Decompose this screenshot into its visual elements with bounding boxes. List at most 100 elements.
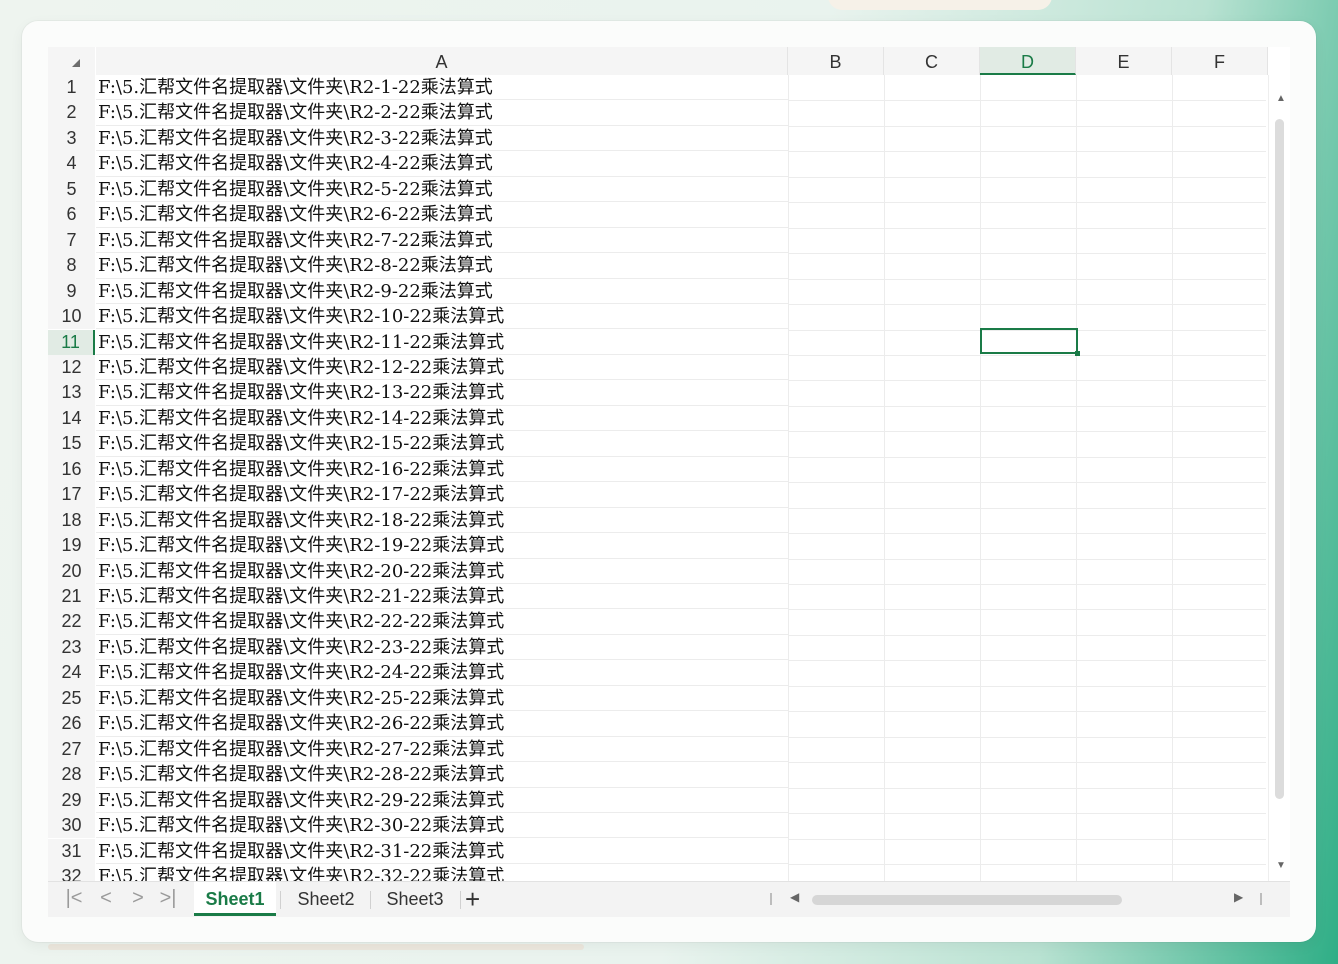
row-header[interactable]: 27 — [48, 736, 95, 763]
sheet-tab-bar: |< < > >| Sheet1 Sheet2 Sheet3 + ◀ ▶ — [48, 881, 1290, 917]
grid-line-horizontal — [788, 151, 1266, 153]
row-header[interactable]: 8 — [48, 253, 95, 279]
cell-a[interactable]: F:\5.汇帮文件名提取器\文件夹\R2-2-22乘法算式 — [96, 100, 788, 126]
cell-a[interactable]: F:\5.汇帮文件名提取器\文件夹\R2-3-22乘法算式 — [96, 126, 788, 152]
column-header-c[interactable]: C — [884, 47, 980, 75]
sheet-tab-sheet3[interactable]: Sheet3 — [374, 882, 456, 916]
cell-a[interactable]: F:\5.汇帮文件名提取器\文件夹\R2-7-22乘法算式 — [96, 228, 788, 254]
row-header[interactable]: 17 — [48, 482, 95, 508]
active-cell-d11[interactable] — [980, 328, 1080, 356]
fill-handle[interactable] — [1075, 351, 1080, 356]
vertical-scroll-thumb[interactable] — [1275, 119, 1284, 799]
column-header-f[interactable]: F — [1172, 47, 1268, 75]
row-header[interactable]: 20 — [48, 558, 95, 584]
grid-line-horizontal — [788, 736, 1266, 738]
cell-a[interactable]: F:\5.汇帮文件名提取器\文件夹\R2-29-22乘法算式 — [96, 788, 788, 814]
horizontal-scroll-thumb[interactable] — [812, 895, 1122, 905]
row-header[interactable]: 11 — [48, 329, 95, 355]
cell-a[interactable]: F:\5.汇帮文件名提取器\文件夹\R2-8-22乘法算式 — [96, 253, 788, 279]
sheet-tab-sheet2[interactable]: Sheet2 — [284, 882, 368, 916]
grid-line-horizontal — [788, 507, 1266, 509]
row-header[interactable]: 6 — [48, 202, 95, 228]
grid-line-horizontal — [788, 227, 1266, 229]
row-header[interactable]: 7 — [48, 227, 95, 254]
grid-line-horizontal — [788, 456, 1266, 458]
scroll-right-icon[interactable]: ▶ — [1234, 890, 1243, 904]
cell-a[interactable]: F:\5.汇帮文件名提取器\文件夹\R2-17-22乘法算式 — [96, 482, 788, 508]
cell-a[interactable]: F:\5.汇帮文件名提取器\文件夹\R2-20-22乘法算式 — [96, 559, 788, 584]
row-header[interactable]: 3 — [48, 125, 95, 152]
cell-a[interactable]: F:\5.汇帮文件名提取器\文件夹\R2-12-22乘法算式 — [96, 355, 788, 381]
cell-a[interactable]: F:\5.汇帮文件名提取器\文件夹\R2-15-22乘法算式 — [96, 431, 788, 457]
column-header-e[interactable]: E — [1076, 47, 1172, 75]
row-header[interactable]: 16 — [48, 456, 95, 483]
cell-a[interactable]: F:\5.汇帮文件名提取器\文件夹\R2-21-22乘法算式 — [96, 584, 788, 610]
sheet-tab-sheet1[interactable]: Sheet1 — [194, 882, 276, 916]
prev-sheet-icon[interactable]: < — [92, 887, 120, 910]
last-sheet-icon[interactable]: >| — [154, 887, 182, 910]
cell-a[interactable]: F:\5.汇帮文件名提取器\文件夹\R2-16-22乘法算式 — [96, 457, 788, 483]
sheet-tab-separator — [460, 891, 461, 909]
row-header[interactable]: 30 — [48, 813, 95, 839]
row-header[interactable]: 19 — [48, 533, 95, 559]
cell-a[interactable]: F:\5.汇帮文件名提取器\文件夹\R2-26-22乘法算式 — [96, 711, 788, 737]
row-header[interactable]: 4 — [48, 151, 95, 177]
cell-a[interactable]: F:\5.汇帮文件名提取器\文件夹\R2-30-22乘法算式 — [96, 813, 788, 839]
cell-a[interactable]: F:\5.汇帮文件名提取器\文件夹\R2-31-22乘法算式 — [96, 839, 788, 864]
row-header[interactable]: 28 — [48, 762, 95, 788]
cell-a[interactable]: F:\5.汇帮文件名提取器\文件夹\R2-10-22乘法算式 — [96, 304, 788, 330]
row-header[interactable]: 12 — [48, 354, 95, 381]
row-header[interactable]: 21 — [48, 584, 95, 610]
cell-a[interactable]: F:\5.汇帮文件名提取器\文件夹\R2-4-22乘法算式 — [96, 151, 788, 177]
row-header[interactable]: 13 — [48, 380, 95, 406]
hscroll-split-left[interactable] — [770, 893, 772, 905]
hscroll-split-right[interactable] — [1260, 893, 1262, 905]
cell-a[interactable]: F:\5.汇帮文件名提取器\文件夹\R2-6-22乘法算式 — [96, 202, 788, 228]
cell-a[interactable]: F:\5.汇帮文件名提取器\文件夹\R2-1-22乘法算式 — [96, 75, 788, 101]
scroll-left-icon[interactable]: ◀ — [790, 890, 799, 904]
row-header[interactable]: 10 — [48, 304, 95, 330]
cell-a[interactable]: F:\5.汇帮文件名提取器\文件夹\R2-24-22乘法算式 — [96, 660, 788, 686]
row-header[interactable]: 1 — [48, 75, 95, 101]
scroll-down-icon[interactable]: ▼ — [1276, 860, 1286, 871]
cell-a[interactable]: F:\5.汇帮文件名提取器\文件夹\R2-28-22乘法算式 — [96, 762, 788, 788]
next-sheet-icon[interactable]: > — [124, 887, 152, 910]
cell-a[interactable]: F:\5.汇帮文件名提取器\文件夹\R2-25-22乘法算式 — [96, 686, 788, 712]
row-header[interactable]: 2 — [48, 100, 95, 126]
column-header-d[interactable]: D — [980, 47, 1076, 75]
cell-a[interactable]: F:\5.汇帮文件名提取器\文件夹\R2-22-22乘法算式 — [96, 609, 788, 635]
column-header-b[interactable]: B — [788, 47, 884, 75]
row-header[interactable]: 23 — [48, 634, 95, 661]
row-header[interactable]: 22 — [48, 609, 95, 635]
row-header[interactable]: 25 — [48, 685, 95, 712]
row-header[interactable]: 26 — [48, 711, 95, 737]
grid-line-horizontal — [788, 584, 1266, 585]
cell-a[interactable]: F:\5.汇帮文件名提取器\文件夹\R2-14-22乘法算式 — [96, 406, 788, 432]
vertical-scrollbar[interactable]: ▲ ▼ — [1268, 75, 1290, 881]
cell-a[interactable]: F:\5.汇帮文件名提取器\文件夹\R2-18-22乘法算式 — [96, 508, 788, 534]
column-header-a[interactable]: A — [96, 47, 788, 75]
select-all-corner[interactable] — [48, 47, 95, 75]
grid-line-horizontal — [788, 838, 1266, 840]
cell-a[interactable]: F:\5.汇帮文件名提取器\文件夹\R2-5-22乘法算式 — [96, 177, 788, 203]
cell-a[interactable]: F:\5.汇帮文件名提取器\文件夹\R2-19-22乘法算式 — [96, 533, 788, 559]
cell-a[interactable]: F:\5.汇帮文件名提取器\文件夹\R2-11-22乘法算式 — [96, 330, 788, 355]
row-header[interactable]: 24 — [48, 660, 95, 686]
grid-line-horizontal — [788, 125, 1266, 127]
spreadsheet-grid: ABCDEF 1 F:\5.汇帮文件名提取器\文件夹\R2-1-22乘法算式 2 F:… — [48, 47, 1290, 917]
cell-a[interactable]: F:\5.汇帮文件名提取器\文件夹\R2-23-22乘法算式 — [96, 635, 788, 661]
grid-line-horizontal — [788, 253, 1266, 255]
row-header[interactable]: 15 — [48, 431, 95, 457]
row-header[interactable]: 14 — [48, 405, 95, 432]
row-header[interactable]: 9 — [48, 278, 95, 305]
add-sheet-button[interactable]: + — [465, 883, 480, 915]
row-header[interactable]: 31 — [48, 838, 95, 864]
cell-a[interactable]: F:\5.汇帮文件名提取器\文件夹\R2-9-22乘法算式 — [96, 279, 788, 305]
cell-a[interactable]: F:\5.汇帮文件名提取器\文件夹\R2-27-22乘法算式 — [96, 737, 788, 763]
cell-a[interactable]: F:\5.汇帮文件名提取器\文件夹\R2-13-22乘法算式 — [96, 380, 788, 406]
row-header[interactable]: 29 — [48, 787, 95, 814]
row-header[interactable]: 5 — [48, 176, 95, 203]
scroll-up-icon[interactable]: ▲ — [1276, 93, 1286, 104]
first-sheet-icon[interactable]: |< — [60, 887, 88, 910]
row-header[interactable]: 18 — [48, 507, 95, 534]
